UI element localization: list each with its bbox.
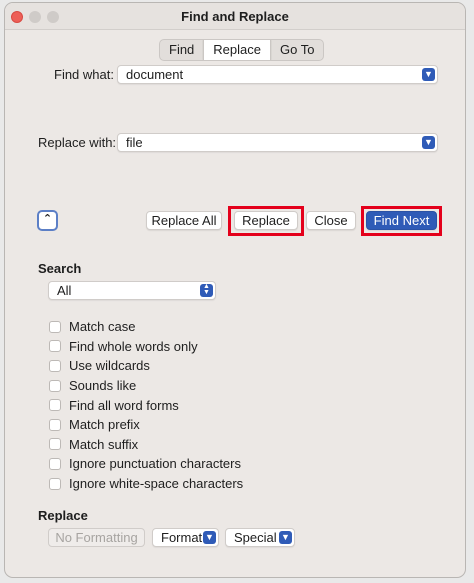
option-match-prefix[interactable]: Match prefix — [49, 415, 243, 435]
close-button[interactable]: Close — [306, 211, 356, 230]
replace-with-input[interactable] — [126, 135, 406, 150]
checkbox[interactable] — [49, 320, 61, 333]
search-direction-select[interactable]: All ▲ ▼ — [48, 281, 216, 300]
special-menu-button[interactable]: Special ▼ — [225, 528, 295, 547]
find-next-button[interactable]: Find Next — [366, 211, 437, 230]
option-find-all-word-forms[interactable]: Find all word forms — [49, 395, 243, 415]
find-what-label: Find what: — [54, 67, 114, 82]
format-menu-button[interactable]: Format ▼ — [152, 528, 219, 547]
checkbox[interactable] — [49, 418, 61, 431]
checkbox[interactable] — [49, 438, 61, 451]
find-what-input[interactable] — [126, 67, 406, 82]
chevron-down-icon[interactable]: ▼ — [422, 136, 435, 149]
chevron-down-icon: ▼ — [279, 531, 292, 544]
tab-find[interactable]: Find — [160, 40, 203, 60]
option-ignore-white-space[interactable]: Ignore white-space characters — [49, 474, 243, 494]
checkbox[interactable] — [49, 340, 61, 353]
option-find-whole-words[interactable]: Find whole words only — [49, 337, 243, 357]
search-options: Match case Find whole words only Use wil… — [49, 317, 243, 493]
option-match-case[interactable]: Match case — [49, 317, 243, 337]
find-replace-window: Find and Replace Find Replace Go To Find… — [4, 2, 466, 578]
no-formatting-button[interactable]: No Formatting — [48, 528, 145, 547]
tab-replace[interactable]: Replace — [203, 40, 271, 60]
checkbox[interactable] — [49, 359, 61, 372]
option-use-wildcards[interactable]: Use wildcards — [49, 356, 243, 376]
special-label: Special — [234, 530, 277, 545]
find-what-field[interactable]: ▼ — [117, 65, 438, 84]
format-label: Format — [161, 530, 203, 545]
replace-with-field[interactable]: ▼ — [117, 133, 438, 152]
search-direction-value: All — [57, 283, 72, 298]
option-match-suffix[interactable]: Match suffix — [49, 435, 243, 455]
window-title: Find and Replace — [181, 9, 289, 24]
replace-section-heading: Replace — [38, 508, 88, 523]
replace-button[interactable]: Replace — [234, 211, 298, 230]
search-heading: Search — [38, 261, 82, 276]
chevron-down-icon: ▼ — [203, 531, 216, 544]
checkbox[interactable] — [49, 457, 61, 470]
replace-with-label: Replace with: — [38, 135, 117, 150]
chevron-up-icon[interactable]: ⌃ — [37, 210, 58, 231]
replace-all-button[interactable]: Replace All — [146, 211, 222, 230]
checkbox[interactable] — [49, 379, 61, 392]
up-down-arrows-icon: ▲ ▼ — [200, 283, 213, 297]
tab-bar: Find Replace Go To — [159, 39, 325, 61]
chevron-down-icon[interactable]: ▼ — [422, 68, 435, 81]
checkbox[interactable] — [49, 477, 61, 490]
tab-go-to[interactable]: Go To — [271, 40, 323, 60]
title-bar: Find and Replace — [5, 3, 465, 30]
option-ignore-punctuation[interactable]: Ignore punctuation characters — [49, 454, 243, 474]
option-sounds-like[interactable]: Sounds like — [49, 376, 243, 396]
checkbox[interactable] — [49, 399, 61, 412]
